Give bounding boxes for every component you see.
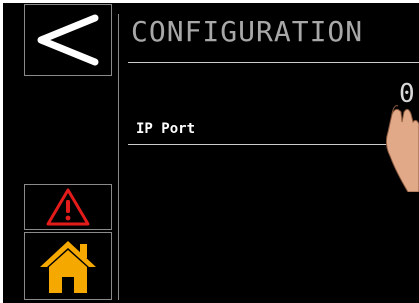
page-title: CONFIGURATION	[131, 15, 364, 48]
hmi-screen: CONFIGURATION IP Port 0	[0, 0, 419, 303]
title-underline	[128, 62, 419, 63]
warning-triangle-icon	[46, 188, 90, 226]
pointing-hand-icon	[385, 105, 419, 192]
row-underline	[128, 144, 419, 145]
content-divider	[118, 14, 119, 300]
home-icon	[40, 241, 96, 293]
frame-edge-top	[0, 0, 419, 3]
home-button[interactable]	[24, 232, 112, 300]
back-button[interactable]	[24, 4, 112, 76]
setting-label: IP Port	[136, 121, 196, 137]
chevron-left-icon	[37, 14, 99, 66]
frame-edge-left	[0, 0, 3, 303]
warning-button[interactable]	[24, 184, 112, 230]
